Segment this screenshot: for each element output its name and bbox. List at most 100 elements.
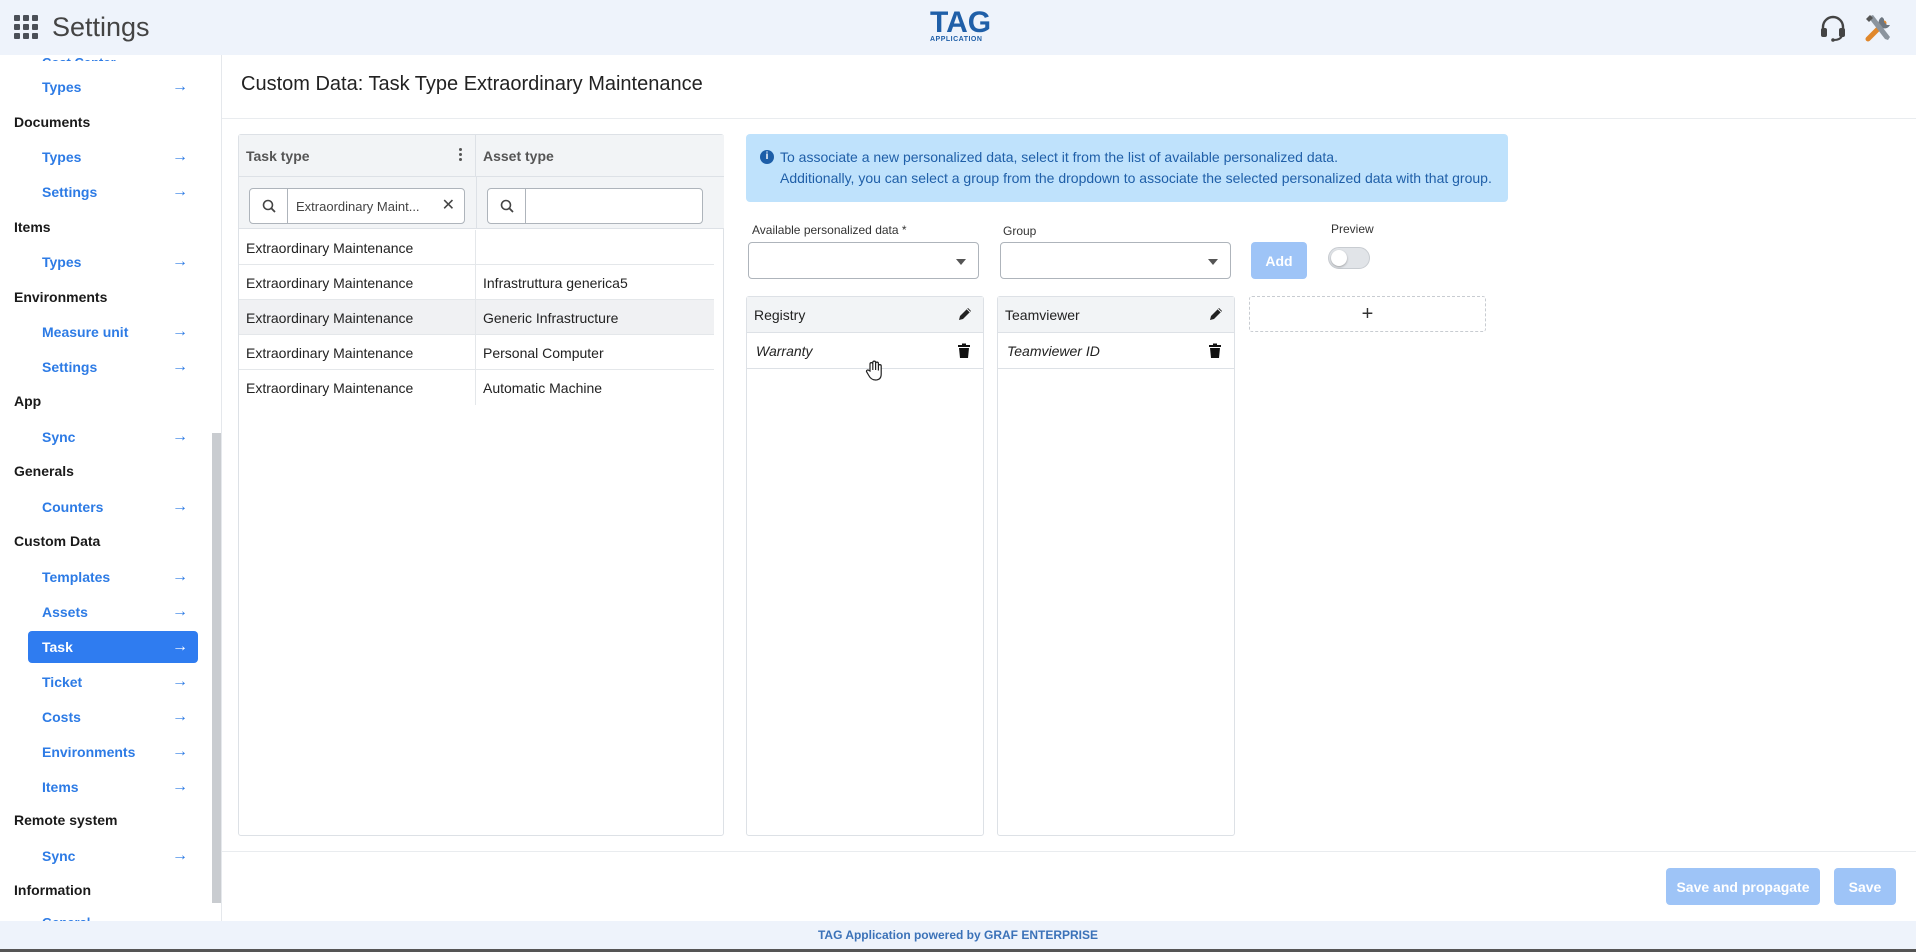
chevron-down-icon bbox=[956, 259, 966, 265]
arrow-right-icon: → bbox=[172, 603, 188, 620]
sidebar-item-ticket[interactable]: Ticket → bbox=[28, 666, 198, 698]
arrow-right-icon: → bbox=[172, 673, 188, 690]
add-button[interactable]: Add bbox=[1251, 242, 1307, 279]
apps-grid-icon[interactable] bbox=[14, 15, 38, 39]
sidebar-item-remote-sync[interactable]: Sync → bbox=[28, 840, 198, 872]
available-data-select[interactable] bbox=[748, 242, 979, 279]
sidebar-item-environments-settings[interactable]: Settings → bbox=[28, 351, 198, 383]
arrow-right-icon: → bbox=[172, 358, 188, 375]
search-icon bbox=[250, 189, 288, 223]
section-items: Items bbox=[14, 219, 51, 235]
trash-icon[interactable] bbox=[1208, 343, 1222, 359]
task-type-filter[interactable]: Extraordinary Maint... ✕ bbox=[249, 188, 465, 224]
settings-sidebar: Cost Center Types → Documents Types → Se… bbox=[0, 55, 222, 921]
footer-credits: TAG Application powered by GRAF ENTERPRI… bbox=[0, 921, 1916, 952]
sidebar-item-label: Counters bbox=[42, 499, 104, 515]
section-generals: Generals bbox=[14, 463, 74, 479]
arrow-right-icon: → bbox=[172, 778, 188, 795]
headset-support-icon[interactable] bbox=[1818, 13, 1848, 43]
sidebar-item-measure-unit[interactable]: Measure unit → bbox=[28, 316, 198, 348]
group-header: Registry bbox=[747, 297, 983, 333]
save-button[interactable]: Save bbox=[1834, 868, 1896, 905]
cell-asset-type: Generic Infrastructure bbox=[483, 309, 619, 326]
clear-filter-icon[interactable]: ✕ bbox=[442, 198, 455, 214]
column-header-label: Task type bbox=[246, 147, 310, 164]
table-row[interactable]: Extraordinary Maintenance Infrastruttura… bbox=[239, 265, 714, 300]
cell-asset-type: Automatic Machine bbox=[483, 379, 603, 396]
arrow-right-icon: → bbox=[172, 323, 188, 340]
app-title: Settings bbox=[52, 12, 150, 42]
asset-type-filter[interactable] bbox=[487, 188, 703, 224]
sidebar-item-task[interactable]: Task → bbox=[28, 631, 198, 663]
sidebar-item-label: Settings bbox=[42, 184, 98, 200]
sidebar-item-costs[interactable]: Costs → bbox=[28, 701, 198, 733]
sidebar-item-label: Types bbox=[42, 254, 82, 270]
pencil-edit-icon[interactable] bbox=[1208, 306, 1224, 322]
cell-task-type: Extraordinary Maintenance bbox=[239, 300, 476, 335]
cell-task-type: Extraordinary Maintenance bbox=[239, 230, 476, 265]
arrow-right-icon: → bbox=[172, 847, 188, 864]
sidebar-item-custom-environments[interactable]: Environments → bbox=[28, 736, 198, 768]
chevron-down-icon bbox=[1208, 259, 1218, 265]
task-type-filter-value[interactable]: Extraordinary Maint... bbox=[288, 199, 422, 214]
tools-icon[interactable] bbox=[1862, 11, 1896, 45]
section-information: Information bbox=[14, 882, 91, 898]
arrow-right-icon: → bbox=[172, 498, 188, 515]
sidebar-item-templates[interactable]: Templates → bbox=[28, 561, 198, 593]
table-row[interactable]: Extraordinary Maintenance Automatic Mach… bbox=[239, 370, 714, 405]
info-text-line1: To associate a new personalized data, se… bbox=[780, 149, 1338, 165]
section-remote-system: Remote system bbox=[14, 812, 118, 828]
sidebar-item-items-types[interactable]: Types → bbox=[28, 246, 198, 278]
column-header-label: Asset type bbox=[483, 147, 554, 164]
sidebar-item-documents-settings[interactable]: Settings → bbox=[28, 176, 198, 208]
sidebar-item-label: Sync bbox=[42, 429, 76, 445]
sidebar-item-label: Costs bbox=[42, 709, 81, 725]
sidebar-item-label: Ticket bbox=[42, 674, 83, 690]
asset-type-filter-input[interactable] bbox=[530, 191, 690, 221]
trash-icon[interactable] bbox=[957, 343, 971, 359]
sidebar-item-label: Templates bbox=[42, 569, 111, 585]
add-group-button[interactable]: + bbox=[1249, 296, 1486, 332]
info-icon: i bbox=[760, 150, 774, 164]
page-title: Custom Data: Task Type Extraordinary Mai… bbox=[241, 73, 703, 95]
search-icon bbox=[488, 189, 526, 223]
actions-divider bbox=[222, 851, 1916, 852]
table-row[interactable]: Extraordinary Maintenance bbox=[239, 230, 714, 265]
sidebar-item-cost-types[interactable]: Types → bbox=[28, 71, 198, 103]
arrow-right-icon: → bbox=[172, 183, 188, 200]
arrow-right-icon: → bbox=[172, 428, 188, 445]
pencil-edit-icon[interactable] bbox=[957, 306, 973, 322]
column-menu-icon[interactable] bbox=[459, 148, 463, 164]
sidebar-item-custom-items[interactable]: Items → bbox=[28, 771, 198, 803]
table-row-highlighted[interactable]: Extraordinary Maintenance Generic Infras… bbox=[239, 300, 714, 335]
sidebar-item-app-sync[interactable]: Sync → bbox=[28, 421, 198, 453]
cell-asset-type: Infrastruttura generica5 bbox=[483, 274, 628, 291]
group-header: Teamviewer bbox=[998, 297, 1234, 333]
arrow-right-icon: → bbox=[172, 568, 188, 585]
info-text-line2: Additionally, you can select a group fro… bbox=[780, 170, 1492, 186]
sidebar-item-documents-types[interactable]: Types → bbox=[28, 141, 198, 173]
arrow-right-icon: → bbox=[172, 78, 188, 95]
sidebar-item-counters[interactable]: Counters → bbox=[28, 491, 198, 523]
group-item-name: Teamviewer ID bbox=[1007, 343, 1100, 359]
sidebar-item-label: Types bbox=[42, 79, 82, 95]
preview-toggle[interactable] bbox=[1328, 247, 1370, 269]
column-header-task-type[interactable]: Task type bbox=[239, 135, 476, 177]
column-header-asset-type[interactable]: Asset type bbox=[476, 135, 724, 177]
cell-task-type: Extraordinary Maintenance bbox=[239, 265, 476, 300]
available-data-label: Available personalized data * bbox=[752, 223, 907, 237]
task-type-table: Task type Asset type Extraordinary Maint… bbox=[238, 134, 724, 836]
sidebar-item-assets[interactable]: Assets → bbox=[28, 596, 198, 628]
table-row[interactable]: Extraordinary Maintenance Personal Compu… bbox=[239, 335, 714, 370]
group-select[interactable] bbox=[1000, 242, 1231, 279]
group-item[interactable]: Teamviewer ID bbox=[998, 333, 1234, 369]
sidebar-item-label: Task bbox=[42, 639, 73, 655]
cell-asset-type: Personal Computer bbox=[483, 344, 604, 361]
sidebar-item-label: Items bbox=[42, 779, 79, 795]
group-item-name: Warranty bbox=[756, 343, 813, 359]
section-environments: Environments bbox=[14, 289, 108, 305]
arrow-right-icon: → bbox=[172, 638, 188, 655]
sidebar-scrollbar[interactable] bbox=[212, 433, 221, 903]
save-and-propagate-button[interactable]: Save and propagate bbox=[1666, 868, 1820, 905]
filter-divider bbox=[476, 177, 477, 229]
